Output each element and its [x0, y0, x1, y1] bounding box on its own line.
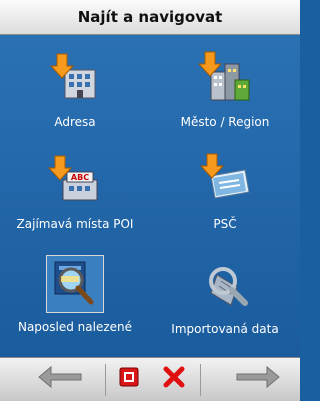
map-icon [119, 367, 139, 391]
arrow-left-icon [37, 364, 83, 394]
menu-item-recent[interactable]: Naposled nalezené [0, 247, 150, 347]
menu-item-label: PSČ [213, 217, 237, 231]
menu-item-poi[interactable]: ABC Zajímavá místa POI [0, 142, 150, 242]
toolbar-separator [105, 364, 106, 396]
menu-item-label: Město / Region [180, 115, 270, 129]
forward-button[interactable] [232, 362, 284, 396]
map-button[interactable] [116, 362, 142, 396]
menu-item-label: Naposled nalezené [17, 320, 133, 334]
menu-item-imported-data[interactable]: Importovaná data [150, 247, 300, 347]
svg-text:ABC: ABC [71, 173, 89, 182]
cancel-button[interactable] [160, 362, 188, 396]
close-icon [163, 366, 185, 392]
recent-search-icon [46, 255, 104, 313]
city-arrow-icon [195, 48, 255, 108]
menu-item-label: Importovaná data [171, 322, 279, 336]
arrow-right-icon [235, 364, 281, 394]
menu-grid: Adresa Město / Region ABC Zajímavá místa… [0, 35, 300, 357]
back-button[interactable] [34, 362, 86, 396]
toolbar-separator [200, 364, 201, 396]
menu-item-city-region[interactable]: Město / Region [150, 40, 300, 140]
menu-item-label: Zajímavá místa POI [16, 217, 134, 231]
menu-item-label: Adresa [54, 115, 96, 129]
menu-item-address[interactable]: Adresa [0, 40, 150, 140]
poi-arrow-icon: ABC [45, 150, 105, 210]
bottom-toolbar [0, 357, 300, 401]
postcode-arrow-icon [195, 150, 255, 210]
window-title: Najít a navigovat [0, 0, 300, 35]
building-arrow-icon [45, 48, 105, 108]
menu-item-postcode[interactable]: PSČ [150, 142, 300, 242]
imported-data-icon [195, 255, 255, 315]
